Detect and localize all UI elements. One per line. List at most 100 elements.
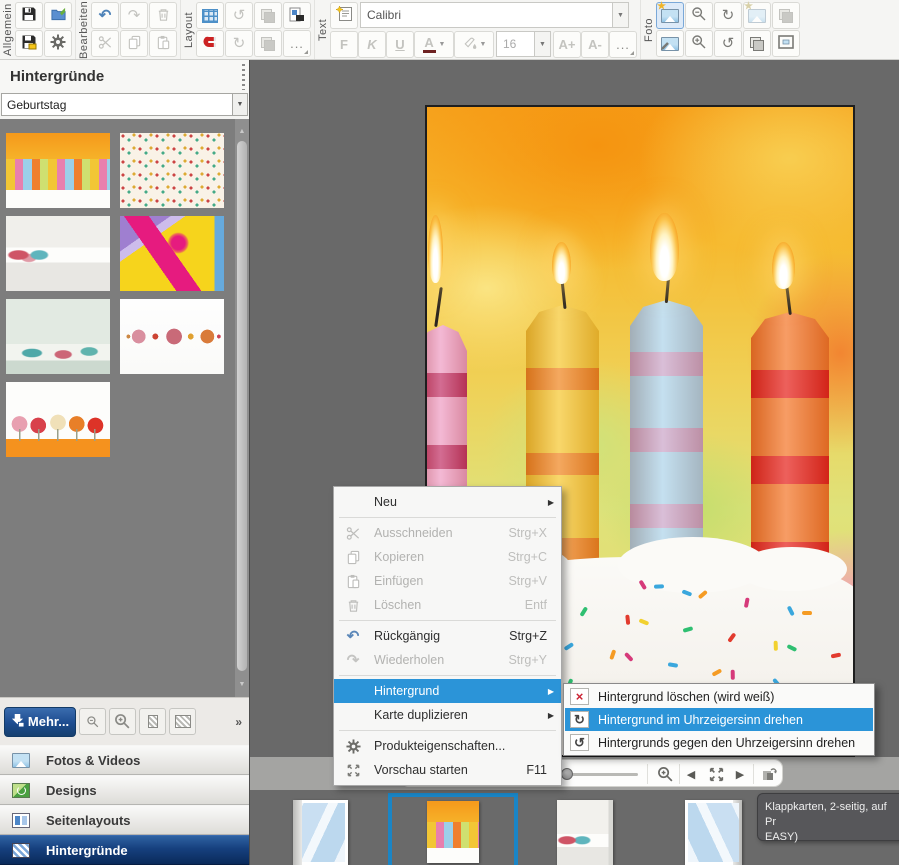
nav-item-designs[interactable]: Designs xyxy=(0,775,249,805)
multi-page-view-button[interactable] xyxy=(169,708,196,735)
previous-page-button[interactable]: ◀ xyxy=(682,763,700,785)
photo-enhance-button: ★ xyxy=(743,2,771,29)
settings-button[interactable] xyxy=(44,30,72,57)
background-thumb-gift-ribbon[interactable] xyxy=(120,216,224,291)
edit-photo-button[interactable] xyxy=(656,30,684,57)
submenu-item-hintergrund-loeschen[interactable]: × Hintergrund löschen (wird weiß) xyxy=(565,685,873,708)
page-thumb-candles-selected[interactable] xyxy=(427,801,479,863)
paint-bucket-icon xyxy=(462,35,477,53)
nav-item-fotos-videos[interactable]: Fotos & Videos xyxy=(0,745,249,775)
designs-icon xyxy=(12,783,30,798)
page-thumb-flower-border[interactable] xyxy=(557,800,613,865)
save-as-icon xyxy=(21,34,37,53)
layout-more-button[interactable]: ... xyxy=(283,30,311,57)
menu-item-vorschau-starten[interactable]: Vorschau starten F11 xyxy=(334,758,561,782)
menu-item-ausschneiden: Ausschneiden Strg+X xyxy=(334,521,561,545)
font-family-field[interactable]: Calibri xyxy=(360,2,612,28)
add-text-icon xyxy=(336,6,353,25)
zoom-slider-handle[interactable] xyxy=(561,768,573,780)
grid-button[interactable] xyxy=(196,2,224,29)
photo-frame-icon xyxy=(778,35,794,52)
add-photo-button[interactable]: ★ xyxy=(656,2,684,29)
scissors-icon xyxy=(98,35,113,53)
photo-zoom-out-button[interactable] xyxy=(685,2,713,29)
menu-item-rueckgaengig[interactable]: ↶ Rückgängig Strg+Z xyxy=(334,624,561,648)
page-layouts-icon xyxy=(12,813,30,828)
font-size-dropdown-arrow[interactable]: ▼ xyxy=(534,31,551,57)
open-button[interactable] xyxy=(44,2,72,29)
more-backgrounds-button[interactable]: Mehr... xyxy=(4,707,76,737)
background-thumb-birthday-candles[interactable] xyxy=(6,133,110,208)
menu-item-loeschen: Löschen Entf xyxy=(334,593,561,617)
thumb-zoom-out-button[interactable] xyxy=(79,708,106,735)
photo-hatch-button[interactable] xyxy=(743,30,771,57)
save-button[interactable] xyxy=(15,2,43,29)
background-thumb-gerbera-flowers[interactable] xyxy=(6,382,110,457)
menu-item-wiederholen: ↷ Wiederholen Strg+Y xyxy=(334,648,561,672)
page-arrange-button[interactable] xyxy=(283,2,311,29)
next-page-button[interactable]: ▶ xyxy=(731,763,749,785)
fullscreen-preview-button[interactable] xyxy=(703,763,729,785)
pencil-icon xyxy=(660,39,670,54)
group-label-allgemein: Allgemein xyxy=(1,2,15,57)
page-thumb-card-back-2[interactable] xyxy=(685,800,742,865)
background-thumb-flower-border[interactable] xyxy=(6,216,110,291)
scrollbar-thumb[interactable] xyxy=(237,141,247,671)
thumbnails-scrollbar[interactable]: ▲ ▼ xyxy=(235,119,249,697)
fullscreen-icon xyxy=(341,763,365,778)
font-color-letter: A xyxy=(424,36,433,49)
category-select[interactable]: Geburtstag ▼ xyxy=(1,93,248,116)
rotate-card-view-button[interactable] xyxy=(757,763,781,785)
category-dropdown-arrow[interactable]: ▼ xyxy=(232,93,248,116)
page-thumb-card-back[interactable] xyxy=(293,800,348,865)
rotate-photo-right-button[interactable]: ↻ xyxy=(714,2,742,29)
single-page-view-button[interactable] xyxy=(139,708,166,735)
panel-title: Hintergründe xyxy=(10,68,104,85)
category-value[interactable]: Geburtstag xyxy=(1,93,232,116)
photo-rotate-ccw-icon: ↺ xyxy=(722,36,735,51)
panel-drag-handle[interactable] xyxy=(242,64,245,90)
menu-item-neu[interactable]: Neu ▶ xyxy=(334,490,561,514)
canvas-zoom-in-button[interactable] xyxy=(653,763,677,785)
font-family-dropdown-arrow[interactable]: ▼ xyxy=(612,2,629,28)
background-thumbnails-area: ▲ ▼ xyxy=(0,119,249,697)
expand-panel-chevron[interactable]: » xyxy=(235,715,245,729)
scroll-up-arrow[interactable]: ▲ xyxy=(235,125,249,138)
magnifier-minus-icon xyxy=(691,6,707,25)
nav-item-hintergruende[interactable]: Hintergründe xyxy=(0,835,249,865)
add-text-button[interactable] xyxy=(330,2,358,29)
font-size-combo: 16 ▼ xyxy=(496,31,551,57)
thumb-zoom-in-button[interactable] xyxy=(109,708,136,735)
background-thumb-washi-tape[interactable] xyxy=(6,299,110,374)
text-more-button[interactable]: ... xyxy=(609,31,637,58)
font-family-combo[interactable]: Calibri ▼ xyxy=(360,2,629,28)
rotate-photo-left-button[interactable]: ↺ xyxy=(714,30,742,57)
scroll-down-arrow[interactable]: ▼ xyxy=(235,678,249,691)
candle-wick xyxy=(434,287,442,327)
context-menu: Neu ▶ Ausschneiden Strg+X Kopieren Strg+… xyxy=(333,486,562,786)
background-thumb-flower-chain[interactable] xyxy=(120,299,224,374)
magnet-snap-button[interactable] xyxy=(196,30,224,57)
page-filmstrip: Klappkarten, 2-seitig, auf Pr EASY) xyxy=(250,790,899,865)
menu-item-karte-duplizieren[interactable]: Karte duplizieren ▶ xyxy=(334,703,561,727)
download-icon xyxy=(11,714,24,730)
submenu-arrow-icon: ▶ xyxy=(548,498,554,507)
rotate-object-right-button: ↻ xyxy=(225,30,253,57)
photo-frame-button[interactable] xyxy=(772,30,800,57)
redo-icon: ↷ xyxy=(128,8,141,23)
submenu-item-drehen-uhrzeigersinn[interactable]: ↻ Hintergrund im Uhrzeigersinn drehen xyxy=(565,708,873,731)
selected-page-frame xyxy=(388,793,518,865)
nav-item-seitenlayouts[interactable]: Seitenlayouts xyxy=(0,805,249,835)
rotate-object-left-button: ↺ xyxy=(225,2,253,29)
submenu-item-drehen-gegen-uhrzeigersinn[interactable]: ↺ Hintergrunds gegen den Uhrzeigersinn d… xyxy=(565,731,873,754)
tooltip-line2: EASY) xyxy=(765,830,899,845)
menu-item-produkteigenschaften[interactable]: Produkteigenschaften... xyxy=(334,734,561,758)
background-thumb-party-garland[interactable] xyxy=(120,133,224,208)
undo-button[interactable]: ↶ xyxy=(91,2,119,29)
delete-background-icon: × xyxy=(570,688,589,705)
photo-zoom-in-button[interactable] xyxy=(685,30,713,57)
menu-item-hintergrund[interactable]: Hintergrund ▶ xyxy=(334,679,561,703)
save-as-button[interactable] xyxy=(15,30,43,57)
single-page-icon xyxy=(148,715,158,728)
magnet-icon xyxy=(202,34,218,53)
